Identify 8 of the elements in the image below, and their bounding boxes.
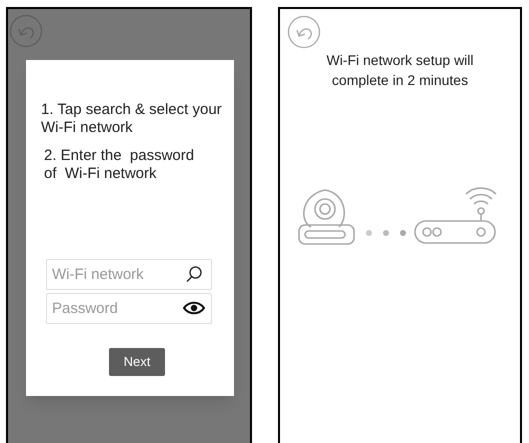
search-icon[interactable] [185, 265, 203, 283]
status-message: Wi-Fi network setup will complete in 2 minutes [325, 51, 475, 90]
next-button[interactable]: Next [109, 348, 165, 376]
eye-icon[interactable] [183, 301, 205, 315]
instruction-text: 2. Enter the password of Wi-Fi network [44, 147, 196, 183]
network-field[interactable]: Wi-Fi network [46, 259, 212, 290]
instruction-text: 1. Tap search & select your Wi-Fi network [41, 101, 223, 137]
password-field[interactable]: Password [46, 293, 212, 324]
